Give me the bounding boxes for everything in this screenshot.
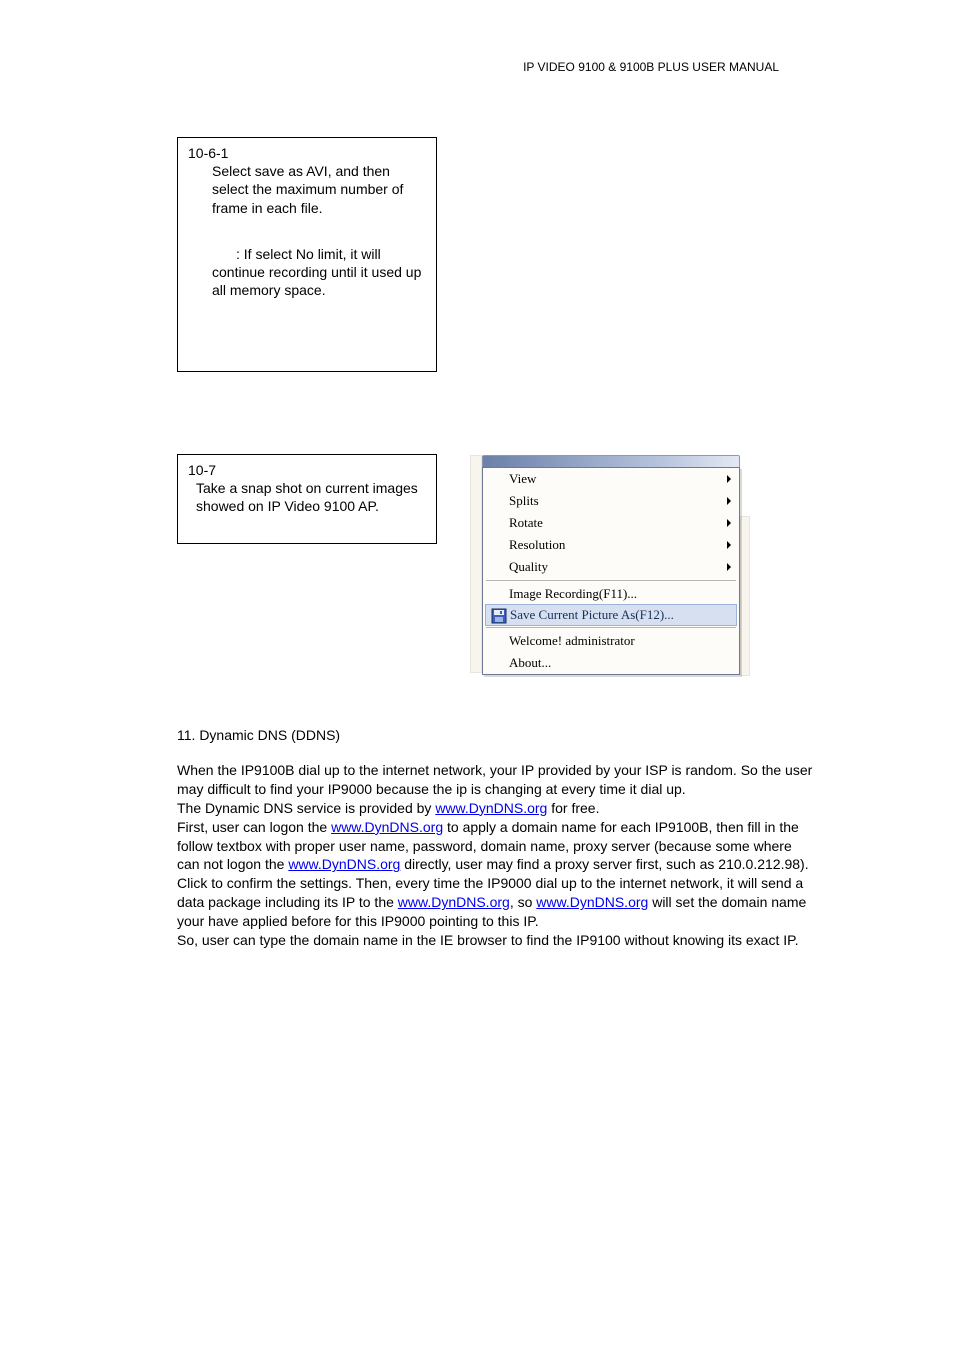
note-box-10-6-1: 10-6-1 Select save as AVI, and then sele… <box>177 137 437 372</box>
dyndns-link[interactable]: www.DynDNS.org <box>331 819 443 835</box>
section-number: 10-6-1 <box>188 144 426 162</box>
section-11: 11. Dynamic DNS (DDNS) When the IP9100B … <box>177 727 817 950</box>
page-header: IP VIDEO 9100 & 9100B PLUS USER MANUAL <box>523 60 779 74</box>
section-11-title: 11. Dynamic DNS (DDNS) <box>177 727 817 743</box>
menu-separator <box>486 627 736 628</box>
section-11-para-2: The Dynamic DNS service is provided by w… <box>177 799 817 818</box>
context-menu-figure: View Splits Rotate Resolution Quality Im… <box>482 455 740 675</box>
note-box-10-7: 10-7 Take a snap shot on current images … <box>177 454 437 544</box>
menu-item-about[interactable]: About... <box>483 652 739 674</box>
floppy-disk-icon <box>491 608 507 624</box>
figure-right-band <box>740 516 750 676</box>
box2-text: Take a snap shot on current images showe… <box>188 479 426 515</box>
menu-item-quality[interactable]: Quality <box>483 556 739 578</box>
menu-item-splits[interactable]: Splits <box>483 490 739 512</box>
menu-item-welcome[interactable]: Welcome! administrator <box>483 630 739 652</box>
dyndns-link[interactable]: www.DynDNS.org <box>435 800 547 816</box>
menu-item-rotate[interactable]: Rotate <box>483 512 739 534</box>
window-titlebar <box>482 455 740 467</box>
section-11-para-4: So, user can type the domain name in the… <box>177 931 817 950</box>
context-menu: View Splits Rotate Resolution Quality Im… <box>482 467 740 675</box>
menu-item-resolution[interactable]: Resolution <box>483 534 739 556</box>
section-11-para-1: When the IP9100B dial up to the internet… <box>177 761 817 799</box>
section-11-para-3: First, user can logon the www.DynDNS.org… <box>177 818 817 931</box>
dyndns-link[interactable]: www.DynDNS.org <box>288 856 400 872</box>
dyndns-link[interactable]: www.DynDNS.org <box>536 894 648 910</box>
menu-separator <box>486 580 736 581</box>
menu-item-image-recording[interactable]: Image Recording(F11)... <box>483 583 739 605</box>
section-number: 10-7 <box>188 461 426 479</box>
menu-item-save-current-picture[interactable]: Save Current Picture As(F12)... <box>485 604 737 626</box>
dyndns-link[interactable]: www.DynDNS.org <box>398 894 510 910</box>
box1-text: Select save as AVI, and then select the … <box>212 162 426 217</box>
box1-note: : If select No limit, it will continue r… <box>188 245 426 300</box>
figure-left-band <box>470 455 482 673</box>
menu-item-view[interactable]: View <box>483 468 739 490</box>
